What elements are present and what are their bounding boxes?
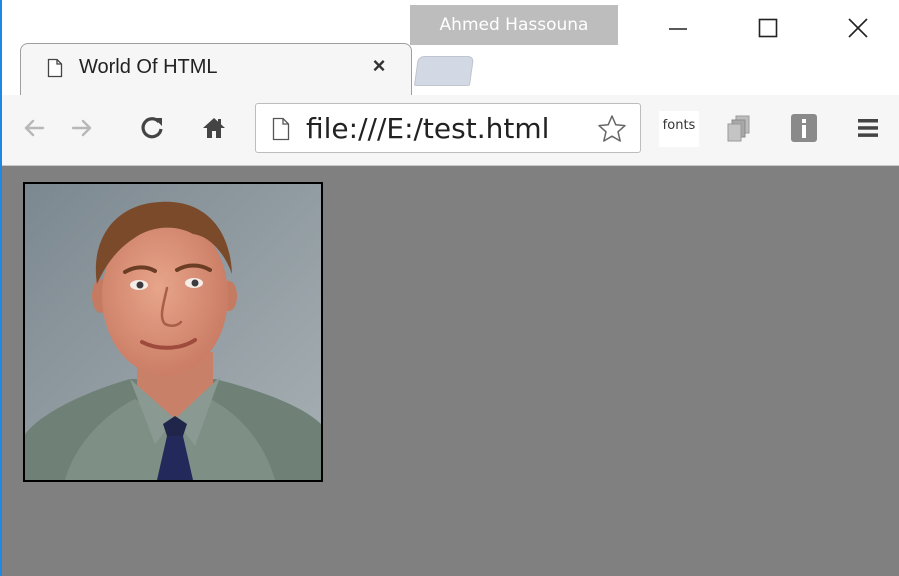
reload-button[interactable] [134, 109, 170, 147]
forward-button[interactable] [64, 109, 100, 147]
page-icon [272, 117, 290, 141]
reload-icon [141, 117, 163, 139]
title-bar: Ahmed Hassouna World Of HTML × [2, 0, 899, 95]
browser-window: Ahmed Hassouna World Of HTML × file:///E… [0, 0, 899, 576]
page-content [2, 166, 899, 576]
minimize-button[interactable] [648, 8, 708, 48]
close-icon [848, 18, 868, 38]
back-arrow-icon [24, 119, 45, 137]
home-button[interactable] [196, 109, 232, 147]
hamburger-menu-icon [858, 119, 878, 137]
close-window-button[interactable] [828, 8, 888, 48]
fonts-extension-button[interactable]: fonts [659, 111, 699, 147]
maximize-button[interactable] [738, 8, 798, 48]
tab-title: World Of HTML [79, 56, 218, 78]
fonts-extension-label: fonts [662, 118, 696, 133]
menu-button[interactable] [850, 109, 886, 147]
tab-close-button[interactable]: × [367, 54, 391, 78]
home-icon [203, 118, 225, 138]
forward-arrow-icon [71, 119, 92, 137]
copy-extension-button[interactable] [722, 109, 758, 147]
info-extension-button[interactable] [786, 109, 822, 147]
profile-button[interactable]: Ahmed Hassouna [410, 5, 618, 45]
profile-name: Ahmed Hassouna [439, 15, 589, 35]
back-button[interactable] [16, 109, 52, 147]
star-icon[interactable] [596, 113, 628, 145]
minimize-icon [669, 28, 687, 30]
tab-active[interactable]: World Of HTML × [20, 43, 412, 95]
new-tab-button[interactable] [413, 56, 475, 86]
info-icon [791, 114, 817, 142]
page-icon [47, 58, 63, 78]
portrait-photo [25, 184, 321, 480]
address-url[interactable]: file:///E:/test.html [306, 112, 549, 145]
pages-icon [727, 115, 750, 142]
browser-toolbar: file:///E:/test.html fonts [2, 95, 899, 166]
address-bar[interactable]: file:///E:/test.html [255, 103, 641, 153]
maximize-icon [758, 18, 778, 38]
portrait-image [23, 182, 323, 482]
